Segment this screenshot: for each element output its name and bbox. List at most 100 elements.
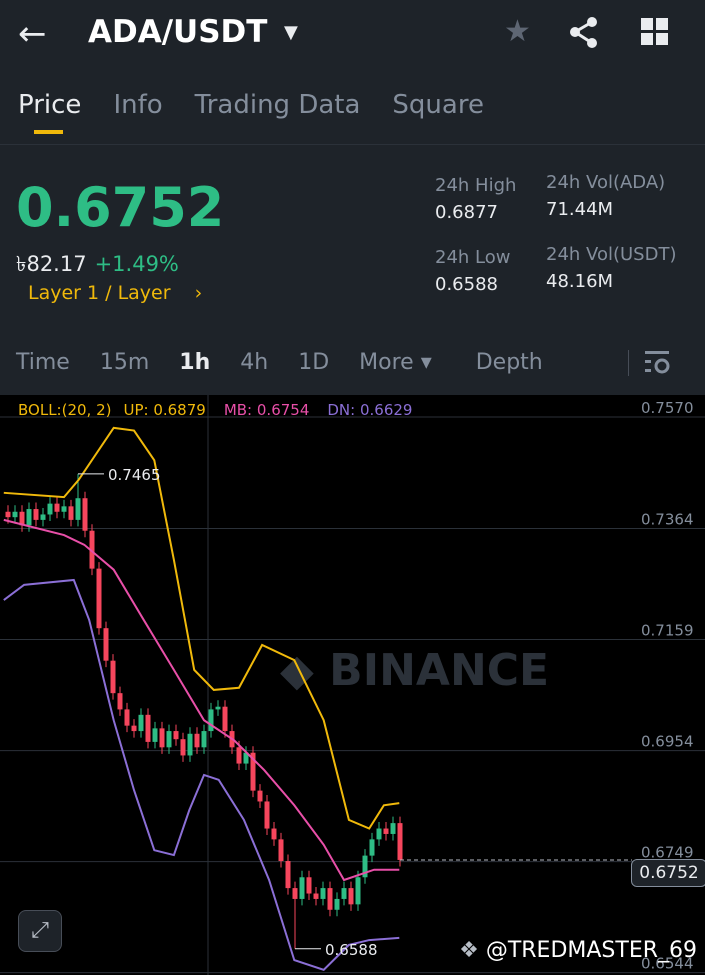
interval-time[interactable]: Time (16, 350, 70, 375)
divider (628, 350, 629, 376)
candle-body (257, 790, 263, 802)
candle-body (278, 839, 284, 862)
interval-15m[interactable]: 15m (100, 350, 149, 375)
pair-title[interactable]: ADA/USDT (88, 14, 267, 50)
candle-body (110, 660, 116, 694)
y-tick-label: 0.6954 (641, 733, 694, 751)
last-price-label: 0.6752 (631, 859, 705, 887)
grid-icon[interactable] (641, 18, 669, 46)
last-price: 0.6752 (16, 176, 225, 239)
stat-vol-quote: 24h Vol(USDT) 48.16M (546, 244, 676, 292)
candle-body (173, 731, 179, 740)
interval-more[interactable]: More ▾ (359, 350, 432, 375)
candle-body (334, 898, 340, 910)
candle-body (320, 888, 326, 899)
category-link[interactable]: Layer 1 / Layer › (28, 282, 202, 304)
candle-body (61, 506, 67, 512)
candle-body (292, 888, 298, 899)
divider (0, 144, 705, 145)
interval-1h[interactable]: 1h (179, 350, 210, 375)
candle-body (306, 877, 312, 894)
credit-watermark: ❖ @TREDMASTER_69 (459, 938, 697, 963)
candle-body (299, 877, 305, 899)
top-bar: ← ADA/USDT ▼ ★ (0, 0, 705, 70)
fiat-price: ৳82.17 +1.49% (16, 248, 179, 283)
price-change: +1.49% (94, 252, 179, 276)
stat-label: 24h Vol(USDT) (546, 244, 677, 265)
interval-1d[interactable]: 1D (298, 350, 329, 375)
candle-body (180, 739, 186, 756)
candle-body (75, 498, 81, 520)
candle-body (208, 709, 214, 732)
tab-price[interactable]: Price (18, 90, 81, 134)
boll-name: BOLL:(20, 2) (18, 401, 112, 419)
candle-body (348, 888, 354, 905)
boll-upper-line (3, 426, 400, 830)
tab-trading-data[interactable]: Trading Data (195, 90, 361, 120)
candle-body (138, 714, 144, 732)
candle-body (26, 509, 32, 526)
candle-body (68, 506, 74, 520)
candle-body (47, 503, 53, 515)
candle-body (313, 893, 319, 899)
candle-body (327, 888, 333, 910)
candle-body (40, 514, 46, 520)
candle-body (117, 693, 123, 710)
share-icon[interactable] (568, 16, 602, 50)
chevron-down-icon[interactable]: ▼ (284, 22, 298, 43)
candle-body (376, 828, 382, 840)
back-arrow-icon[interactable]: ← (18, 14, 47, 54)
candle-body (369, 839, 375, 856)
chevron-right-icon: › (194, 282, 203, 304)
boll-up: UP: 0.6879 (123, 401, 206, 419)
candle-body (194, 733, 200, 748)
candle-body (152, 728, 158, 742)
tab-square[interactable]: Square (392, 90, 484, 120)
boll-lower-line (3, 578, 400, 972)
max-price-label: 0.7465 (108, 466, 161, 484)
expand-icon[interactable]: ⤢ (18, 910, 62, 952)
candle-body (236, 747, 242, 764)
boll-legend: BOLL:(20, 2) UP: 0.6879 MB: 0.6754 DN: 0… (18, 401, 412, 419)
candle-body (271, 828, 277, 840)
candle-body (96, 568, 102, 629)
tab-info[interactable]: Info (113, 90, 162, 120)
candle-body (187, 733, 193, 756)
stat-value: 71.44M (546, 199, 614, 220)
category-label: Layer 1 / Layer (28, 282, 171, 304)
candle-body (33, 509, 39, 520)
chart-settings-icon[interactable] (645, 350, 671, 376)
boll-mid-line (3, 518, 400, 882)
star-icon[interactable]: ★ (504, 14, 531, 49)
candle-body (264, 801, 270, 829)
candle-body (159, 728, 165, 748)
credit-text: @TREDMASTER_69 (485, 938, 697, 963)
candle-body (12, 511, 18, 518)
candlestick-chart[interactable]: 0.7570 0.7364 0.7159 0.6954 0.6749 0.6544 ◆ BI… (0, 395, 705, 975)
interval-4h[interactable]: 4h (240, 350, 268, 375)
candle-body (82, 498, 88, 531)
stat-value: 48.16M (546, 271, 614, 292)
depth-tab[interactable]: Depth (476, 350, 543, 375)
candle-body (103, 628, 109, 661)
candle-body (215, 706, 221, 710)
stat-value: 0.6877 (435, 202, 498, 223)
stat-vol-base: 24h Vol(ADA) 71.44M (546, 172, 665, 220)
candle-body (166, 731, 172, 748)
candle-body (131, 725, 137, 732)
main-tabs: Price Info Trading Data Square (18, 90, 484, 134)
chart-canvas: 0.75700.73640.71590.69540.67490.6544◆ BI… (0, 395, 705, 975)
stat-label: 24h High (435, 175, 517, 196)
min-price-label: 0.6588 (325, 941, 378, 959)
candle-body (285, 861, 291, 889)
binance-watermark: ◆ BINANCE (280, 645, 549, 696)
candle-body (383, 828, 389, 834)
binance-logo-icon: ❖ (459, 938, 479, 963)
y-tick-label: 0.7570 (641, 399, 694, 417)
boll-mb: MB: 0.6754 (223, 401, 310, 419)
stat-label: 24h Low (435, 247, 511, 268)
interval-bar: Time 15m 1h 4h 1D More ▾ Depth (16, 350, 543, 375)
candle-body (397, 823, 403, 860)
boll-dn: DN: 0.6629 (327, 401, 413, 419)
stat-value: 0.6588 (435, 274, 498, 295)
